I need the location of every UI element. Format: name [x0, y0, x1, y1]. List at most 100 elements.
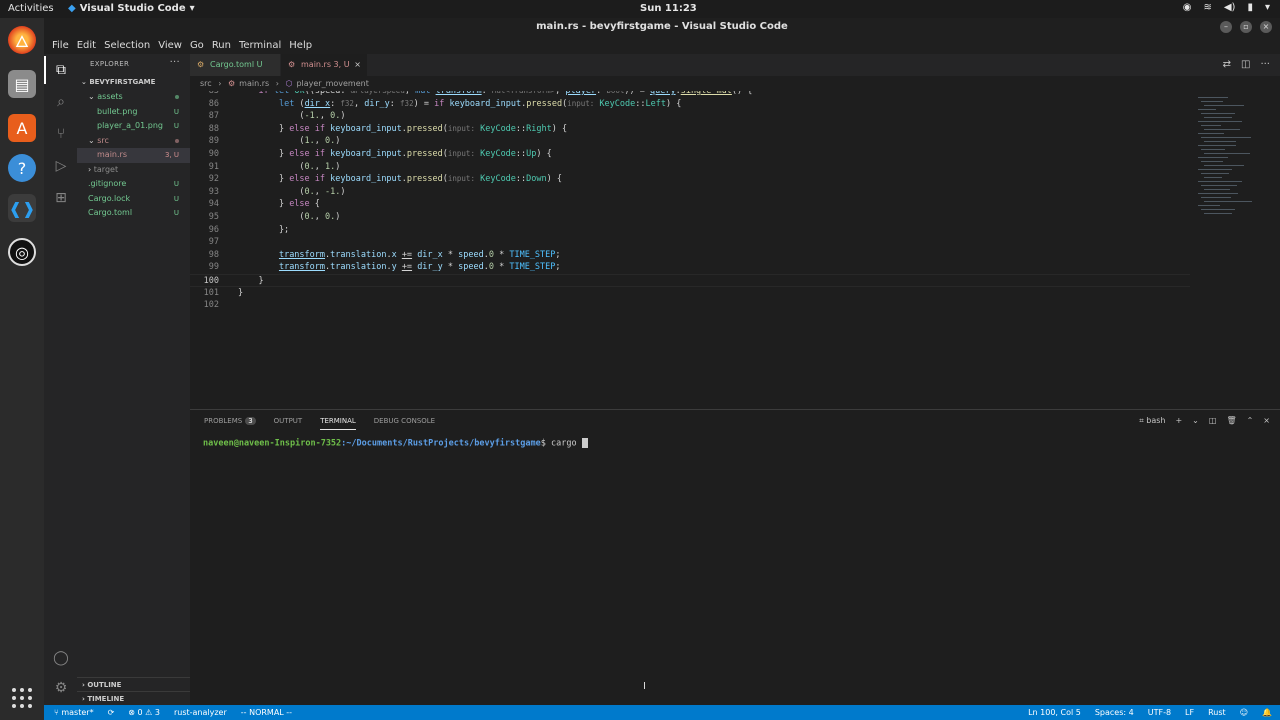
code-line[interactable]: 91 (0., 1.): [190, 161, 1190, 174]
code-line[interactable]: 94 } else {: [190, 198, 1190, 211]
code-line[interactable]: 90 } else if keyboard_input.pressed(inpu…: [190, 148, 1190, 161]
timeline-section[interactable]: › TIMELINE: [77, 691, 190, 705]
close-tab-icon[interactable]: ×: [354, 54, 361, 76]
more-actions-icon[interactable]: ···: [1260, 59, 1270, 70]
menu-help[interactable]: Help: [285, 40, 316, 51]
menu-selection[interactable]: Selection: [100, 40, 154, 51]
sync-icon[interactable]: ⟳: [108, 705, 115, 720]
settings-gear-icon[interactable]: ⚙: [51, 678, 71, 698]
git-branch-status[interactable]: ⑂ master*: [54, 705, 94, 720]
menu-file[interactable]: File: [48, 40, 73, 51]
code-line[interactable]: 96 };: [190, 224, 1190, 237]
tab-cargo-toml[interactable]: ⚙ Cargo.toml U: [190, 54, 280, 76]
chevron-down-icon[interactable]: ⌄: [1192, 416, 1199, 426]
tree-item[interactable]: Cargo.toml U: [77, 206, 190, 221]
language-mode-status[interactable]: Rust: [1208, 705, 1226, 720]
close-window-button[interactable]: ×: [1260, 21, 1272, 33]
maximize-panel-icon[interactable]: ⌃: [1247, 416, 1254, 426]
tree-item[interactable]: .gitignore U: [77, 177, 190, 192]
code-editor[interactable]: 85 if let Ok((speed: &PlayerSpeed, mut t…: [190, 91, 1190, 409]
code-line[interactable]: 88 } else if keyboard_input.pressed(inpu…: [190, 123, 1190, 136]
tree-item[interactable]: player_a_01.png U: [77, 119, 190, 134]
tree-item[interactable]: main.rs 3, U: [77, 148, 190, 163]
source-control-icon[interactable]: ⑂: [51, 124, 71, 144]
files-icon[interactable]: ▤: [8, 70, 36, 98]
split-editor-icon[interactable]: ◫: [1241, 59, 1250, 70]
breadcrumb-src[interactable]: src: [200, 79, 212, 88]
new-terminal-icon[interactable]: +: [1175, 416, 1182, 426]
code-line[interactable]: 87 (-1., 0.): [190, 110, 1190, 123]
code-line[interactable]: 102: [190, 299, 1190, 312]
software-center-icon[interactable]: A: [8, 114, 36, 142]
encoding-status[interactable]: UTF-8: [1148, 705, 1171, 720]
menu-go[interactable]: Go: [186, 40, 208, 51]
activities-button[interactable]: Activities: [8, 3, 54, 14]
cursor-position-status[interactable]: Ln 100, Col 5: [1028, 705, 1081, 720]
breadcrumb-file[interactable]: main.rs: [239, 79, 269, 88]
menu-view[interactable]: View: [154, 40, 186, 51]
window-title-bar[interactable]: main.rs - bevyfirstgame - Visual Studio …: [44, 18, 1280, 36]
tree-item[interactable]: › target: [77, 163, 190, 178]
tree-item[interactable]: bullet.png U: [77, 105, 190, 120]
search-icon[interactable]: ⌕: [51, 92, 71, 112]
tab-main-rs[interactable]: ⚙ main.rs 3, U ×: [281, 54, 367, 76]
code-line[interactable]: 101}: [190, 287, 1190, 300]
tab-output[interactable]: OUTPUT: [274, 417, 303, 430]
code-line[interactable]: 95 (0., 0.): [190, 211, 1190, 224]
terminal-command: $ cargo: [540, 438, 582, 449]
extensions-icon[interactable]: ⊞: [51, 188, 71, 208]
obs-tray-icon[interactable]: ◉: [1183, 2, 1192, 13]
terminal-output[interactable]: naveen@naveen-Inspiron-7352:~/Documents/…: [203, 438, 588, 449]
problems-status[interactable]: ⊗ 0 ⚠ 3: [128, 705, 160, 720]
tab-terminal[interactable]: TERMINAL: [320, 417, 356, 430]
code-line[interactable]: 99 transform.translation.y += dir_y * sp…: [190, 261, 1190, 274]
explorer-icon[interactable]: ⧉: [44, 56, 71, 84]
help-icon[interactable]: ?: [8, 154, 36, 182]
tree-item[interactable]: ⌄ assets: [77, 90, 190, 105]
close-panel-icon[interactable]: ×: [1263, 416, 1270, 426]
obs-icon[interactable]: ◎: [8, 238, 36, 266]
show-applications-icon[interactable]: [10, 686, 34, 710]
outline-section[interactable]: › OUTLINE: [77, 677, 190, 691]
run-debug-icon[interactable]: ▷: [51, 156, 71, 176]
terminal-shell-selector[interactable]: ⌗ bash: [1139, 416, 1165, 426]
tree-item[interactable]: Cargo.lock U: [77, 192, 190, 207]
code-line[interactable]: 89 (1., 0.): [190, 135, 1190, 148]
code-line[interactable]: 92 } else if keyboard_input.pressed(inpu…: [190, 173, 1190, 186]
code-line[interactable]: 93 (0., -1.): [190, 186, 1190, 199]
account-icon[interactable]: ◯: [51, 648, 71, 668]
breadcrumb-symbol[interactable]: player_movement: [296, 79, 368, 88]
clock[interactable]: Sun 11:23: [640, 3, 697, 14]
rust-analyzer-status[interactable]: rust-analyzer: [174, 705, 227, 720]
explorer-title: EXPLORER: [90, 60, 130, 68]
maximize-button[interactable]: ▫: [1240, 21, 1252, 33]
vscode-icon[interactable]: ❰❱: [8, 194, 36, 222]
app-menu[interactable]: ◆ Visual Studio Code ▾: [68, 3, 195, 14]
code-line[interactable]: 86 let (dir_x: f32, dir_y: f32) = if key…: [190, 98, 1190, 111]
feedback-icon[interactable]: ☺: [1240, 705, 1248, 720]
menu-terminal[interactable]: Terminal: [235, 40, 285, 51]
split-terminal-icon[interactable]: ◫: [1209, 416, 1217, 426]
minimize-button[interactable]: –: [1220, 21, 1232, 33]
code-line[interactable]: 85 if let Ok((speed: &PlayerSpeed, mut t…: [190, 91, 1190, 98]
code-line[interactable]: 98 transform.translation.x += dir_x * sp…: [190, 249, 1190, 262]
rust-file-icon: ⚙: [288, 60, 296, 69]
menu-run[interactable]: Run: [208, 40, 235, 51]
tab-debug-console[interactable]: DEBUG CONSOLE: [374, 417, 435, 430]
code-line[interactable]: 100 }: [190, 274, 1190, 287]
minimap[interactable]: [1190, 91, 1280, 409]
indentation-status[interactable]: Spaces: 4: [1095, 705, 1134, 720]
workspace-root[interactable]: ⌄ BEVYFIRSTGAME: [77, 74, 190, 90]
menu-edit[interactable]: Edit: [73, 40, 100, 51]
tab-problems[interactable]: PROBLEMS 3: [204, 417, 256, 430]
compare-changes-icon[interactable]: ⇄: [1223, 59, 1231, 70]
firefox-icon[interactable]: 🜂: [8, 26, 36, 54]
code-line[interactable]: 97: [190, 236, 1190, 249]
minimap-line: [1201, 209, 1235, 210]
system-tray[interactable]: ◉ ≋ ◀) ▮ ▾: [1183, 2, 1270, 13]
eol-status[interactable]: LF: [1185, 705, 1194, 720]
trash-icon[interactable]: 🗑: [1226, 416, 1236, 426]
tree-item[interactable]: ⌄ src: [77, 134, 190, 149]
notifications-bell-icon[interactable]: 🔔: [1262, 705, 1272, 720]
more-actions-icon[interactable]: ···: [170, 57, 180, 68]
